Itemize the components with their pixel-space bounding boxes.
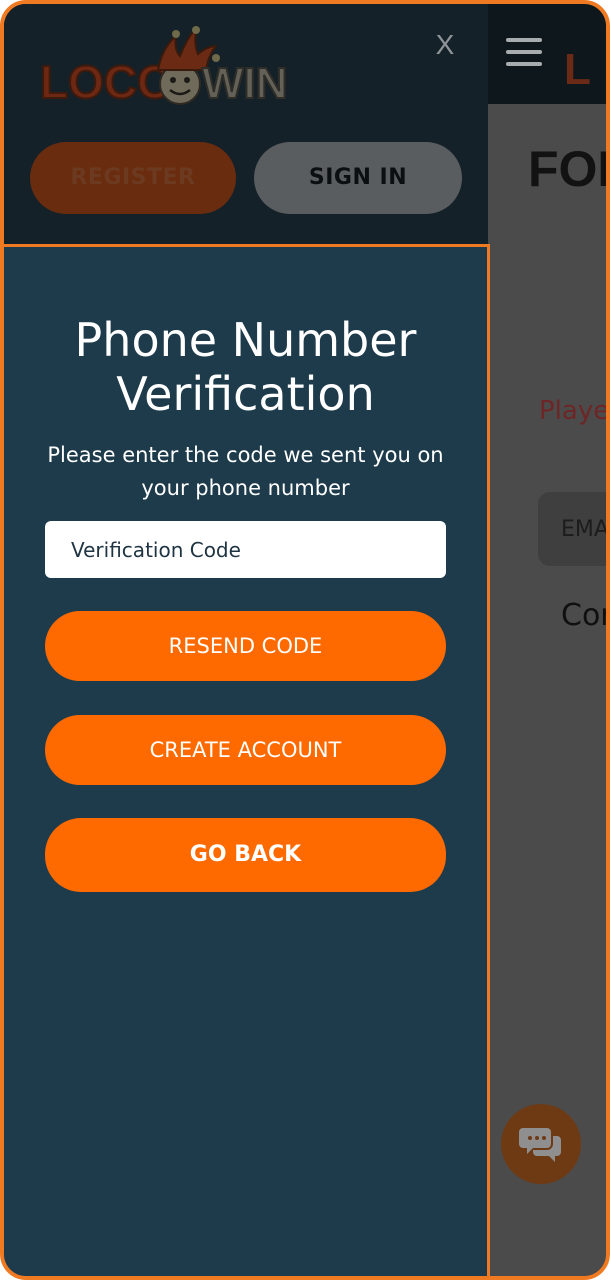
svg-text:LOCO: LOCO — [40, 56, 173, 108]
go-back-button[interactable]: GO BACK — [45, 818, 446, 892]
background-page-title: FOR — [528, 141, 606, 197]
verification-code-input[interactable] — [45, 521, 446, 578]
background-player-label: Player — [539, 396, 610, 426]
panel-title: Phone Number Verification — [74, 313, 417, 421]
locowin-logo: LOCO WIN — [39, 24, 289, 108]
chat-button[interactable] — [501, 1104, 581, 1184]
phone-verification-panel: Phone Number Verification Please enter t… — [4, 244, 490, 1276]
close-icon[interactable]: X — [430, 28, 460, 62]
device-frame: L FOR Player EMA Con LOCO — [0, 0, 610, 1280]
panel-subtitle: Please enter the code we sent you on you… — [47, 443, 444, 500]
chat-bubbles-icon — [519, 1128, 561, 1162]
sign-in-button[interactable]: SIGN IN — [254, 142, 462, 214]
create-account-button[interactable]: CREATE ACCOUNT — [45, 715, 446, 785]
resend-code-button[interactable]: RESEND CODE — [45, 611, 446, 681]
svg-text:WIN: WIN — [202, 59, 288, 108]
drawer-header: LOCO WIN X REGISTER SIGN IN — [4, 4, 488, 244]
background-logo-fragment: L — [564, 45, 591, 94]
background-email-placeholder: EMA — [561, 517, 609, 542]
register-button[interactable]: REGISTER — [30, 142, 236, 214]
background-continue-text: Con — [561, 598, 606, 633]
hamburger-icon[interactable] — [506, 38, 542, 68]
